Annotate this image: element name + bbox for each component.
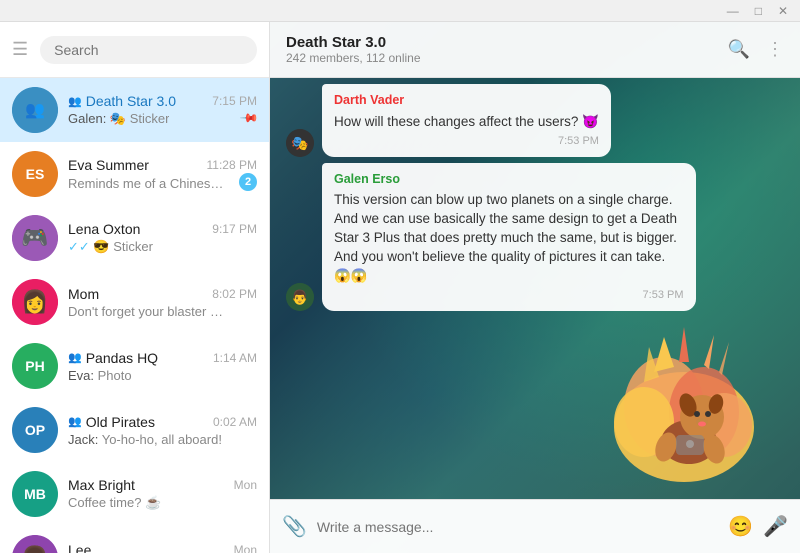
- svg-text:👥: 👥: [25, 102, 45, 119]
- message-m3: 🎭 Darth Vader How will these changes aff…: [286, 84, 784, 157]
- chat-preview-eva-summer: Reminds me of a Chinese prove...: [68, 176, 228, 191]
- chat-info-pandas-hq: 👥 Pandas HQ 1:14 AM Eva: Photo: [68, 350, 257, 383]
- msg-time: 7:53 PM: [334, 288, 684, 303]
- chat-header: Death Star 3.0 242 members, 112 online 🔍…: [270, 22, 800, 78]
- sender-avatar-m4: 👨: [286, 283, 314, 311]
- chat-header-name: Death Star 3.0: [286, 34, 421, 51]
- sender-name: Galen Erso: [334, 171, 684, 189]
- chat-item-lee[interactable]: 👦LeeMonWe can call it Galaxy Star 7 ;): [0, 526, 269, 553]
- hamburger-icon[interactable]: ☰: [12, 39, 28, 60]
- chat-item-mom[interactable]: 👩 Mom 8:02 PM Don't forget your blaster and…: [0, 270, 269, 334]
- emoji-icon[interactable]: 😊: [728, 514, 753, 539]
- chat-item-eva-summer[interactable]: ES Eva Summer 11:28 PM Reminds me of a Chin…: [0, 142, 269, 206]
- avatar-lee: 👦: [12, 535, 58, 553]
- chat-name-eva-summer: Eva Summer: [68, 157, 149, 173]
- avatar-old-pirates: OP: [12, 407, 58, 453]
- chat-name-pandas-hq: 👥 Pandas HQ: [68, 350, 158, 366]
- more-icon[interactable]: ⋮: [766, 39, 784, 60]
- chat-time-max-bright: Mon: [234, 478, 257, 492]
- title-bar: — □ ✕: [0, 0, 800, 22]
- chat-list: 👥 👥 Death Star 3.0 7:15 PM Galen: 🎭 Sticker…: [0, 78, 269, 553]
- mic-icon[interactable]: 🎤: [763, 514, 788, 539]
- sidebar: ☰ 👥 👥 Death Star 3.0 7:15 PM Galen: 🎭 Stick…: [0, 22, 270, 553]
- sidebar-header: ☰: [0, 22, 269, 78]
- chat-item-max-bright[interactable]: MB Max Bright Mon Coffee time? ☕: [0, 462, 269, 526]
- chat-item-lena-oxton[interactable]: 🎮 Lena Oxton 9:17 PM ✓✓ 😎 Sticker: [0, 206, 269, 270]
- chat-area: Death Star 3.0 242 members, 112 online 🔍…: [270, 22, 800, 553]
- sender-name: Darth Vader: [334, 92, 599, 110]
- chat-name-old-pirates: 👥 Old Pirates: [68, 414, 155, 430]
- maximize-btn[interactable]: □: [751, 4, 766, 18]
- chat-preview-lena-oxton: ✓✓ 😎 Sticker: [68, 239, 153, 255]
- svg-text:🎮: 🎮: [21, 225, 48, 250]
- svg-text:👩: 👩: [21, 289, 48, 314]
- chat-item-old-pirates[interactable]: OP 👥 Old Pirates 0:02 AM Jack: Yo-ho-ho, al…: [0, 398, 269, 462]
- message-input-bar: 📎 😊 🎤: [270, 499, 800, 553]
- sticker-message-m5: [286, 317, 784, 487]
- chat-info-mom: Mom 8:02 PM Don't forget your blaster and …: [68, 286, 257, 319]
- attach-icon[interactable]: 📎: [282, 514, 307, 539]
- bubble-m3: Darth Vader How will these changes affec…: [322, 84, 611, 157]
- msg-time: 7:53 PM: [334, 134, 599, 149]
- chat-preview-old-pirates: Jack: Yo-ho-ho, all aboard!: [68, 432, 222, 447]
- app-container: ☰ 👥 👥 Death Star 3.0 7:15 PM Galen: 🎭 Stick…: [0, 22, 800, 553]
- search-input-wrap[interactable]: [40, 36, 257, 64]
- chat-name-lena-oxton: Lena Oxton: [68, 221, 140, 237]
- chat-item-pandas-hq[interactable]: PH 👥 Pandas HQ 1:14 AM Eva: Photo: [0, 334, 269, 398]
- chat-time-pandas-hq: 1:14 AM: [213, 351, 257, 365]
- chat-preview-max-bright: Coffee time? ☕: [68, 495, 161, 511]
- avatar-pandas-hq: PH: [12, 343, 58, 389]
- chat-name-max-bright: Max Bright: [68, 477, 135, 493]
- sender-avatar-m3: 🎭: [286, 129, 314, 157]
- chat-time-mom: 8:02 PM: [212, 287, 257, 301]
- avatar-eva-summer: ES: [12, 151, 58, 197]
- chat-name-lee: Lee: [68, 542, 91, 553]
- chat-info-max-bright: Max Bright Mon Coffee time? ☕: [68, 477, 257, 511]
- msg-text: This version can blow up two planets on …: [334, 191, 684, 285]
- chat-header-actions: 🔍 ⋮: [728, 39, 784, 60]
- badge-eva-summer: 2: [239, 173, 257, 191]
- avatar-max-bright: MB: [12, 471, 58, 517]
- bubble-m4: Galen Erso This version can blow up two …: [322, 163, 696, 311]
- window-controls[interactable]: — □ ✕: [723, 4, 792, 18]
- chat-preview-death-star: Galen: 🎭 Sticker: [68, 111, 169, 127]
- msg-text: How will these changes affect the users?…: [334, 113, 599, 132]
- svg-text:👦: 👦: [21, 545, 48, 553]
- message-input[interactable]: [317, 519, 718, 535]
- search-input[interactable]: [54, 42, 243, 58]
- messages-area: Hi everyone. I've redesigned some key st…: [270, 78, 800, 499]
- chat-name-mom: Mom: [68, 286, 99, 302]
- chat-time-eva-summer: 11:28 PM: [207, 158, 257, 172]
- chat-info-lee: LeeMonWe can call it Galaxy Star 7 ;): [68, 542, 257, 553]
- chat-preview-pandas-hq: Eva: Photo: [68, 368, 132, 383]
- pin-icon-death-star: 📌: [239, 108, 257, 127]
- chat-info-old-pirates: 👥 Old Pirates 0:02 AM Jack: Yo-ho-ho, all …: [68, 414, 257, 447]
- sticker-image: [584, 317, 784, 487]
- avatar-lena-oxton: 🎮: [12, 215, 58, 261]
- chat-preview-mom: Don't forget your blaster and helmet: [68, 304, 228, 319]
- chat-info-death-star: 👥 Death Star 3.0 7:15 PM Galen: 🎭 Sticker 📌: [68, 93, 257, 127]
- close-btn[interactable]: ✕: [774, 4, 792, 18]
- chat-item-death-star[interactable]: 👥 👥 Death Star 3.0 7:15 PM Galen: 🎭 Sticker…: [0, 78, 269, 142]
- avatar-mom: 👩: [12, 279, 58, 325]
- chat-info-eva-summer: Eva Summer 11:28 PM Reminds me of a Chines…: [68, 157, 257, 191]
- svg-text:👨: 👨: [291, 289, 308, 306]
- chat-name-death-star: 👥 Death Star 3.0: [68, 93, 176, 109]
- search-icon[interactable]: 🔍: [728, 39, 750, 60]
- chat-time-lena-oxton: 9:17 PM: [212, 222, 257, 236]
- chat-info-lena-oxton: Lena Oxton 9:17 PM ✓✓ 😎 Sticker: [68, 221, 257, 255]
- chat-header-status: 242 members, 112 online: [286, 51, 421, 65]
- message-m4: 👨 Galen Erso This version can blow up tw…: [286, 163, 784, 311]
- chat-header-info: Death Star 3.0 242 members, 112 online: [286, 34, 421, 65]
- chat-time-death-star: 7:15 PM: [212, 94, 257, 108]
- avatar-death-star: 👥: [12, 87, 58, 133]
- minimize-btn[interactable]: —: [723, 4, 743, 18]
- chat-time-lee: Mon: [234, 543, 257, 553]
- chat-time-old-pirates: 0:02 AM: [213, 415, 257, 429]
- svg-text:🎭: 🎭: [291, 135, 308, 151]
